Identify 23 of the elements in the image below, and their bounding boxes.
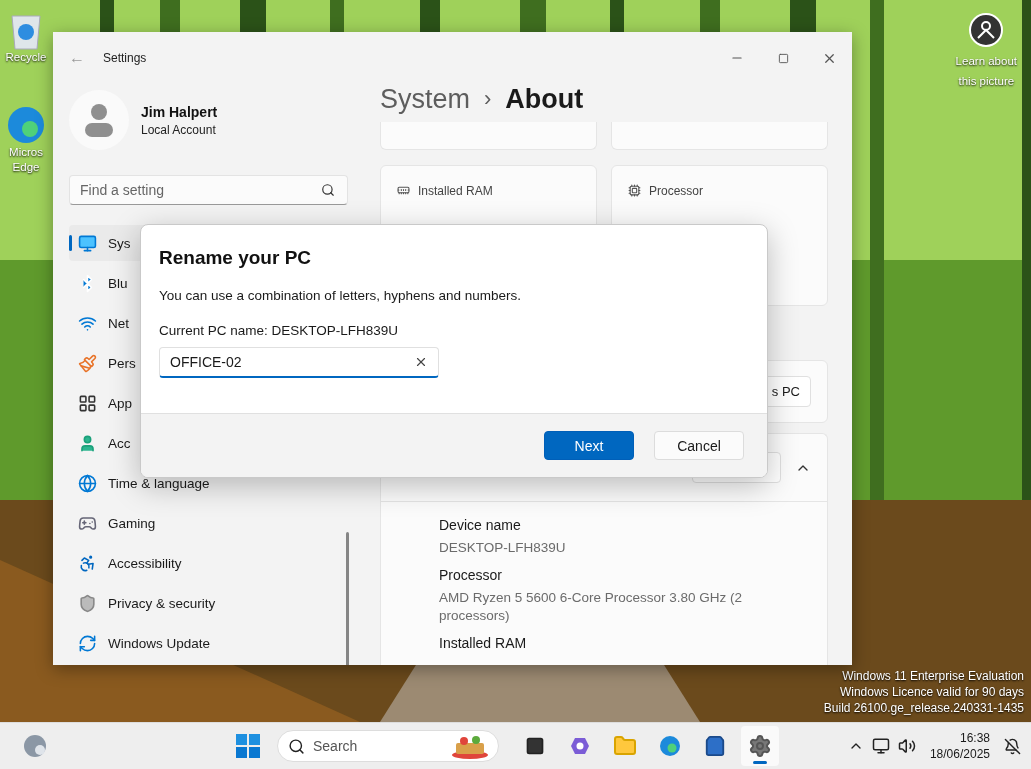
spec-value: AMD Ryzen 5 5600 6-Core Processor 3.80 GHz (2 processors) (439, 589, 744, 625)
spec-name: Device name (439, 515, 522, 535)
spec-label: Processor (649, 184, 704, 198)
account-type: Local Account (141, 122, 217, 137)
evaluation-text: Windows 11 Enterprise Evaluation (842, 668, 1024, 684)
evaluation-text: Windows Licence valid for 90 days (839, 684, 1024, 700)
icon-label: Micros (9, 145, 43, 160)
spec-label: Installed RAM (418, 184, 493, 198)
breadcrumb-separator: › (484, 86, 492, 112)
dialog-hint: You can use a combination of letters, hyphens and numbers. (159, 288, 522, 303)
spec-value: DESKTOP-LFH839U (439, 539, 567, 557)
icon-label: Recycle (5, 50, 47, 65)
user-name: Jim Halpert (141, 103, 218, 120)
learn-text: this picture (958, 74, 1015, 88)
page-title: About (505, 83, 584, 115)
evaluation-text: Build 26100.ge_release.240331-1435 (823, 700, 1024, 716)
spec-name: Processor (439, 565, 504, 585)
dialog-title: Rename your PC (159, 247, 313, 269)
current-name: Current PC name: DESKTOP-LFH839U (159, 323, 400, 338)
spec-name: Installed RAM (439, 633, 528, 653)
icon-label: Edge (12, 160, 40, 175)
window-title: Settings (103, 51, 147, 65)
learn-text: Learn about (955, 54, 1017, 68)
